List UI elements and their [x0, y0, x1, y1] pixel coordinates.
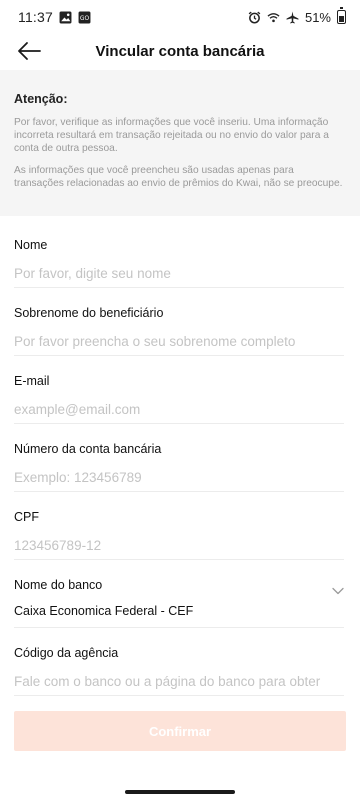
email-label: E-mail — [14, 374, 50, 388]
gesture-nav-handle[interactable] — [125, 790, 235, 794]
agency-input[interactable] — [14, 674, 344, 689]
account-number-label: Número da conta bancária — [14, 442, 162, 456]
agency-field: Código da agência — [14, 628, 344, 696]
svg-text:GO: GO — [80, 14, 90, 21]
battery-percentage: 51% — [304, 9, 331, 25]
surname-label: Sobrenome do beneficiário — [14, 306, 164, 320]
status-time: 11:37 — [18, 9, 53, 25]
alarm-icon — [248, 11, 261, 24]
cpf-label: CPF — [14, 510, 39, 524]
bank-account-form: Nome Sobrenome do beneficiário E-mail Nú… — [14, 220, 344, 696]
cpf-input[interactable] — [14, 538, 344, 553]
app-notification-icon: GO — [78, 11, 91, 24]
chevron-down-icon[interactable] — [332, 582, 344, 595]
notice-paragraph-usage: As informações que você preencheu são us… — [14, 165, 343, 189]
name-field: Nome — [14, 220, 344, 288]
notice-title: Atenção: — [14, 92, 68, 106]
status-left: 11:37 GO — [18, 9, 91, 25]
bank-select[interactable]: Nome do banco Caixa Economica Federal - … — [14, 560, 344, 628]
name-label: Nome — [14, 238, 48, 252]
account-number-field: Número da conta bancária — [14, 424, 344, 492]
notice-paragraph-verify: Por favor, verifique as informações que … — [14, 117, 329, 154]
agency-label: Código da agência — [14, 646, 119, 660]
account-number-input[interactable] — [14, 470, 344, 485]
wifi-icon — [267, 11, 280, 24]
bank-selected-value[interactable]: Caixa Economica Federal - CEF — [14, 604, 344, 618]
email-field: E-mail — [14, 356, 344, 424]
status-right: 51% — [248, 7, 346, 25]
status-bar: 11:37 GO 51% — [0, 0, 360, 34]
surname-field: Sobrenome do beneficiário — [14, 288, 344, 356]
name-input[interactable] — [14, 266, 344, 281]
back-arrow-icon[interactable] — [14, 36, 44, 66]
page-title: Vincular conta bancária — [95, 42, 265, 60]
cpf-field: CPF — [14, 492, 344, 560]
bank-label: Nome do banco — [14, 578, 103, 592]
app-bar: Vincular conta bancária — [0, 34, 360, 68]
gallery-icon — [59, 11, 72, 24]
notice-box: Atenção: Por favor, verifique as informa… — [0, 70, 360, 216]
airplane-mode-icon — [286, 11, 299, 24]
email-input[interactable] — [14, 402, 344, 417]
battery-icon — [337, 7, 346, 24]
surname-input[interactable] — [14, 334, 344, 349]
confirm-button[interactable]: Confirmar — [14, 711, 346, 751]
